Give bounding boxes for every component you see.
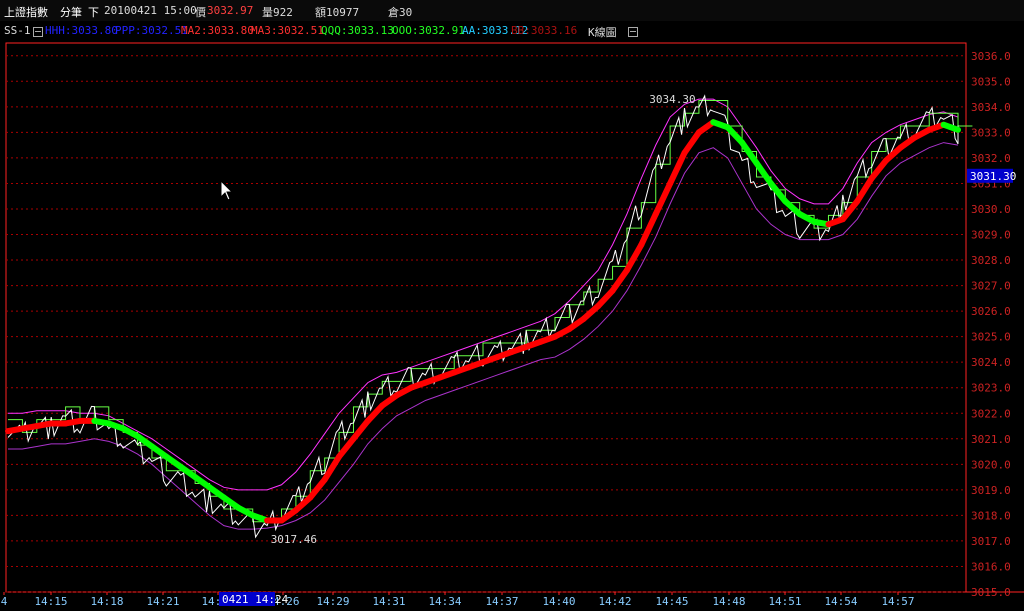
x-tick-label: 14:48 (712, 595, 745, 608)
ma-segment (336, 435, 357, 460)
y-tick-label: 3023.0 (971, 382, 1011, 395)
extreme-label: 3034.30 (649, 93, 695, 106)
x-tick-label: 14:45 (655, 595, 688, 608)
x-tick-label: 14:29 (316, 595, 349, 608)
plot-frame (5, 42, 967, 593)
x-tick-label: 14:57 (881, 595, 914, 608)
ma-segment (609, 267, 630, 294)
y-tick-label: 3022.0 (971, 407, 1011, 420)
y-tick-label: 3030.0 (971, 203, 1011, 216)
ma-segment (681, 129, 702, 156)
x-tick-label: 14:15 (34, 595, 67, 608)
y-tick-label: 3034.0 (971, 101, 1011, 114)
ma-segment (350, 417, 371, 442)
y-tick-label: 3015.0 (971, 586, 1011, 599)
y-tick-label: 3036.0 (971, 50, 1011, 63)
y-tick-label: 3027.0 (971, 280, 1011, 293)
y-tick-label: 3016.0 (971, 560, 1011, 573)
y-tick-label: 3028.0 (971, 254, 1011, 267)
extreme-label: 3017.46 (271, 533, 317, 546)
x-tick-label: 14:42 (598, 595, 631, 608)
x-tick-label: 14:18 (90, 595, 123, 608)
x-tick-label: 14:40 (542, 595, 575, 608)
y-tick-label: 3033.0 (971, 126, 1011, 139)
y-tick-label: 3021.0 (971, 433, 1011, 446)
y-tick-label: 3017.0 (971, 535, 1011, 548)
cursor-time-label: 0421 14:24 (222, 593, 289, 606)
x-tick-label: 14:34 (428, 595, 461, 608)
x-tick-label: 14:31 (372, 595, 405, 608)
y-tick-label: 3032.0 (971, 152, 1011, 165)
lower-band (8, 142, 959, 530)
x-tick-label: 4 (1, 595, 8, 608)
y-tick-label: 3026.0 (971, 305, 1011, 318)
y-tick-label: 3029.0 (971, 229, 1011, 242)
ma-segment (854, 175, 875, 205)
y-tick-label: 3025.0 (971, 331, 1011, 344)
ma-segment (321, 453, 343, 483)
y-tick-label: 3024.0 (971, 356, 1011, 369)
ma-segment (595, 287, 616, 310)
x-tick-label: 14:54 (824, 595, 857, 608)
ma-segment (638, 211, 659, 248)
ma-segment (753, 160, 774, 187)
y-tick-label: 3020.0 (971, 458, 1011, 471)
x-tick-label: 14:51 (768, 595, 801, 608)
ma-segment (307, 476, 328, 501)
price-chart[interactable]: 3015.0 3016.0 3017.0 3018.0 3019.0 3020.0 3021… (0, 0, 1024, 611)
y-tick-label: 3019.0 (971, 484, 1011, 497)
ma-segment (940, 121, 961, 133)
price-line (7, 94, 959, 539)
x-tick-label: 14:37 (485, 595, 518, 608)
mouse-pointer-icon (220, 180, 234, 201)
current-value-label: 3031.30 (970, 170, 1016, 183)
x-tick-label: 14:21 (146, 595, 179, 608)
ma-segment (623, 241, 645, 274)
y-tick-label: 3035.0 (971, 75, 1011, 88)
y-tick-label: 3018.0 (971, 509, 1011, 522)
